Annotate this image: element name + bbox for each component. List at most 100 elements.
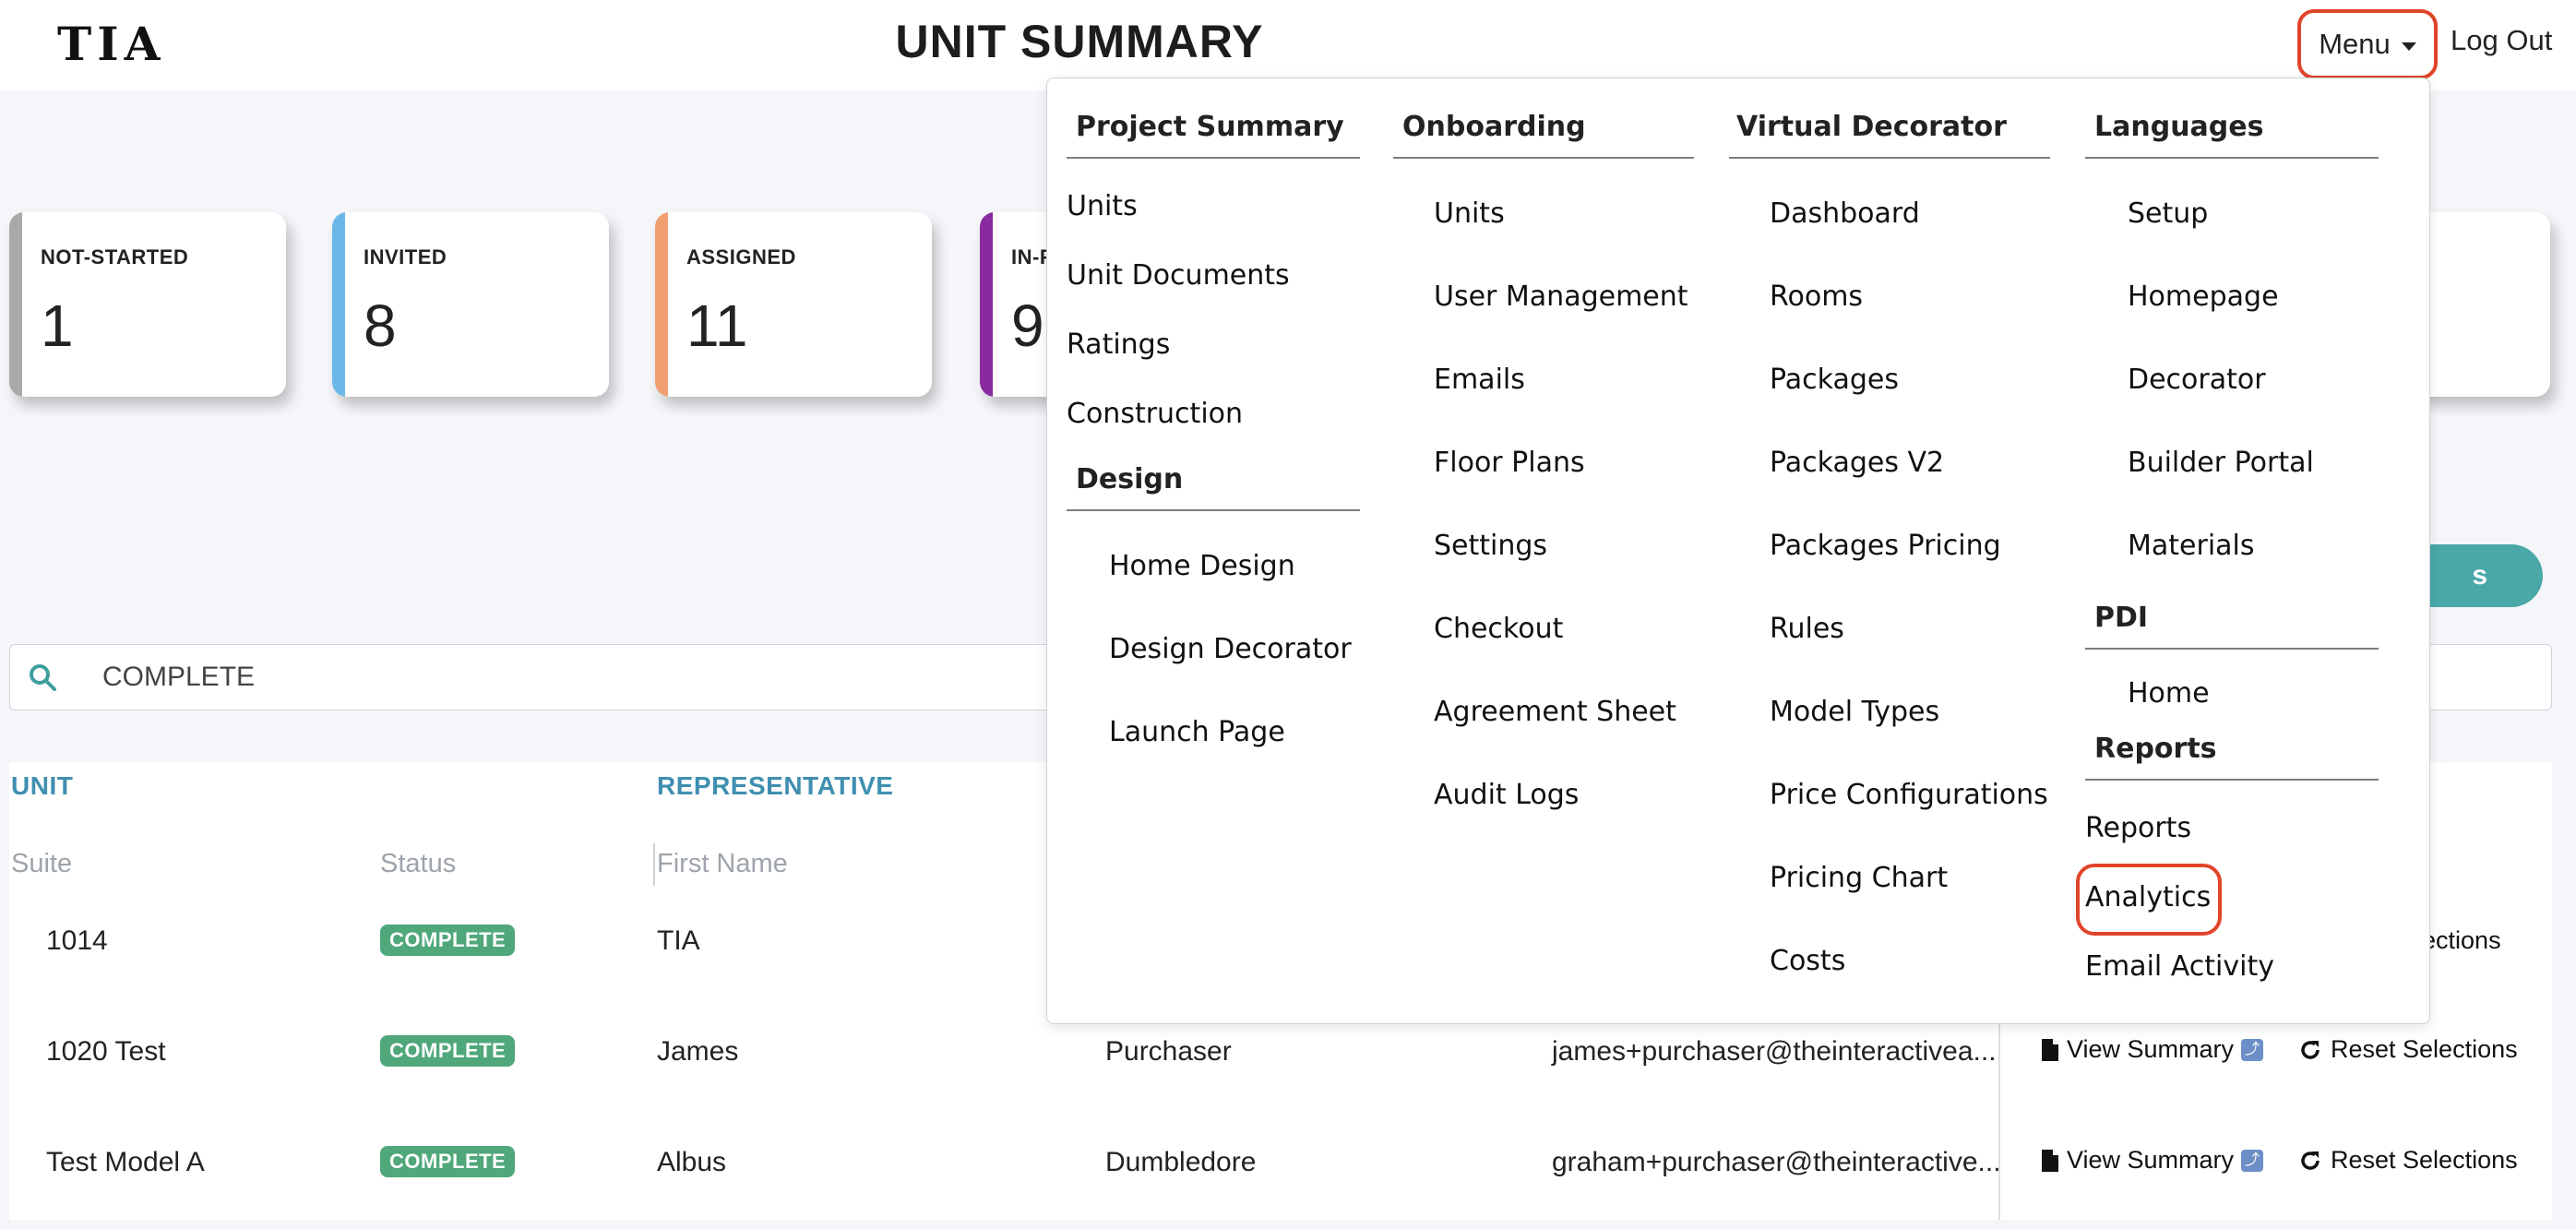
reset-selections-button[interactable]: Reset Selections xyxy=(2297,1035,2518,1064)
suite-cell: Test Model A xyxy=(46,1147,205,1177)
menu-button-label: Menu xyxy=(2319,28,2391,60)
menu-divider xyxy=(2085,779,2379,781)
menu-divider xyxy=(1393,157,1694,159)
menu-divider xyxy=(2085,648,2379,650)
action-button-label: s xyxy=(2472,560,2487,591)
menu-item-audit-logs[interactable]: Audit Logs xyxy=(1434,779,1579,811)
document-icon xyxy=(2042,1038,2058,1061)
first-name-cell: TIA xyxy=(657,925,700,956)
document-icon xyxy=(2042,1149,2058,1172)
menu-item-onboarding-units[interactable]: Units xyxy=(1434,197,1505,230)
status-badge: COMPLETE xyxy=(380,1035,516,1067)
menu-item-checkout[interactable]: Checkout xyxy=(1434,613,1563,645)
view-summary-button[interactable]: View Summary ⤴ xyxy=(2041,1035,2264,1064)
menu-heading-languages: Languages xyxy=(2094,111,2264,143)
status-card-invited[interactable]: INVITED 8 xyxy=(332,212,609,397)
email-cell: graham+purchaser@theinteractive... xyxy=(1552,1147,2001,1177)
menu-item-price-configurations[interactable]: Price Configurations xyxy=(1770,779,2048,811)
menu-heading-onboarding: Onboarding xyxy=(1402,111,1586,143)
menu-heading-project-summary: Project Summary xyxy=(1076,111,1344,143)
status-card-label: INVITED xyxy=(364,245,447,268)
menu-item-launch-page[interactable]: Launch Page xyxy=(1109,716,1285,748)
menu-item-pdi-home[interactable]: Home xyxy=(2128,677,2210,710)
menu-divider xyxy=(1729,157,2050,159)
menu-heading-pdi: PDI xyxy=(2094,602,2149,634)
external-link-icon: ⤴ xyxy=(2241,1149,2264,1172)
status-card-count: 11 xyxy=(686,292,748,359)
menu-item-settings[interactable]: Settings xyxy=(1434,530,1547,562)
menu-divider xyxy=(1067,509,1360,511)
menu-heading-virtual-decorator: Virtual Decorator xyxy=(1736,111,2007,143)
search-icon xyxy=(30,664,56,691)
menu-item-packages-v2[interactable]: Packages V2 xyxy=(1770,447,1944,479)
view-summary-label: View Summary xyxy=(2067,1035,2235,1063)
menu-item-decorator[interactable]: Decorator xyxy=(2128,364,2266,396)
status-card-not-started[interactable]: NOT-STARTED 1 xyxy=(9,212,286,397)
menu-item-floor-plans[interactable]: Floor Plans xyxy=(1434,447,1585,479)
menu-item-setup[interactable]: Setup xyxy=(2128,197,2208,230)
last-name-cell: Purchaser xyxy=(1105,1036,1232,1067)
status-color-bar xyxy=(332,212,345,397)
menu-divider xyxy=(1067,157,1360,159)
status-card-label: ASSIGNED xyxy=(686,245,796,268)
menu-item-packages[interactable]: Packages xyxy=(1770,364,1899,396)
group-header-unit[interactable]: UNIT xyxy=(11,771,73,801)
column-header-suite[interactable]: Suite xyxy=(11,849,72,879)
menu-item-rooms[interactable]: Rooms xyxy=(1770,280,1863,313)
analytics-highlight xyxy=(2076,864,2222,936)
view-summary-button[interactable]: View Summary ⤴ xyxy=(2041,1146,2264,1175)
reset-selections-label: Reset Selections xyxy=(2331,1035,2518,1063)
menu-heading-reports: Reports xyxy=(2094,733,2217,765)
menu-item-unit-documents[interactable]: Unit Documents xyxy=(1067,259,1290,292)
status-card-assigned[interactable]: ASSIGNED 11 xyxy=(655,212,932,397)
caret-down-icon xyxy=(2401,42,2416,51)
menu-item-costs[interactable]: Costs xyxy=(1770,945,1845,977)
menu-item-construction[interactable]: Construction xyxy=(1067,398,1243,430)
menu-item-home-design[interactable]: Home Design xyxy=(1109,550,1295,582)
status-color-bar xyxy=(655,212,668,397)
menu-item-project-units[interactable]: Units xyxy=(1067,190,1138,222)
menu-item-email-activity[interactable]: Email Activity xyxy=(2085,950,2274,983)
reset-selections-label: Reset Selections xyxy=(2331,1146,2518,1174)
suite-cell: 1014 xyxy=(46,925,108,956)
menu-heading-design: Design xyxy=(1076,463,1184,495)
column-header-status[interactable]: Status xyxy=(380,849,456,879)
view-summary-label: View Summary xyxy=(2067,1146,2235,1174)
menu-item-dashboard[interactable]: Dashboard xyxy=(1770,197,1920,230)
status-color-bar xyxy=(980,212,993,397)
group-header-representative[interactable]: REPRESENTATIVE xyxy=(657,771,893,801)
menu-button[interactable]: Menu xyxy=(2297,9,2438,79)
menu-item-emails[interactable]: Emails xyxy=(1434,364,1525,396)
menu-divider xyxy=(2085,157,2379,159)
menu-item-user-management[interactable]: User Management xyxy=(1434,280,1688,313)
menu-item-model-types[interactable]: Model Types xyxy=(1770,696,1939,728)
status-color-bar xyxy=(9,212,22,397)
first-name-cell: James xyxy=(657,1036,739,1067)
status-card-count: 8 xyxy=(364,292,397,359)
status-card-count: 9 xyxy=(1011,292,1044,359)
email-cell: james+purchaser@theinteractivea... xyxy=(1552,1036,1997,1067)
suite-cell: 1020 Test xyxy=(46,1036,166,1067)
logout-link[interactable]: Log Out xyxy=(2451,24,2552,57)
status-card-label: NOT-STARTED xyxy=(41,245,189,268)
menu-item-builder-portal[interactable]: Builder Portal xyxy=(2128,447,2314,479)
status-card-count: 1 xyxy=(41,292,74,359)
column-divider[interactable] xyxy=(653,843,655,886)
menu-item-reports[interactable]: Reports xyxy=(2085,812,2191,844)
page-title: UNIT SUMMARY xyxy=(895,16,1264,67)
menu-item-materials[interactable]: Materials xyxy=(2128,530,2255,562)
menu-item-rules[interactable]: Rules xyxy=(1770,613,1844,645)
first-name-cell: Albus xyxy=(657,1147,727,1177)
menu-item-pricing-chart[interactable]: Pricing Chart xyxy=(1770,862,1948,894)
refresh-icon xyxy=(2301,1040,2320,1059)
search-input[interactable] xyxy=(102,656,933,698)
menu-item-ratings[interactable]: Ratings xyxy=(1067,328,1170,361)
reset-selections-button[interactable]: Reset Selections xyxy=(2297,1146,2518,1175)
menu-item-homepage[interactable]: Homepage xyxy=(2128,280,2279,313)
column-header-first-name[interactable]: First Name xyxy=(657,849,788,879)
menu-item-packages-pricing[interactable]: Packages Pricing xyxy=(1770,530,2001,562)
menu-item-design-decorator[interactable]: Design Decorator xyxy=(1109,633,1352,665)
menu-item-agreement-sheet[interactable]: Agreement Sheet xyxy=(1434,696,1676,728)
last-name-cell: Dumbledore xyxy=(1105,1147,1257,1177)
refresh-icon xyxy=(2301,1151,2320,1170)
